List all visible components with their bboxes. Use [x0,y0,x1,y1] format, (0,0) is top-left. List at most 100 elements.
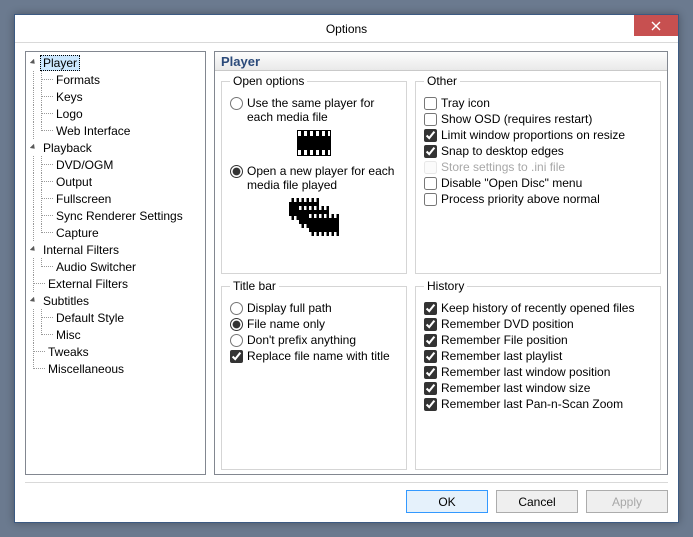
tree-item[interactable]: Internal Filters [26,241,205,258]
radio-same-player[interactable]: Use the same player for each media file [230,96,398,124]
close-icon [651,21,661,31]
checkbox-input[interactable] [424,193,437,206]
radio-row[interactable]: Display full path [230,301,398,315]
tree-item[interactable]: Tweaks [26,343,205,360]
close-button[interactable] [634,15,678,36]
checkbox-row[interactable]: Process priority above normal [424,192,652,206]
checkbox-row[interactable]: Disable "Open Disc" menu [424,176,652,190]
expand-icon[interactable] [28,57,40,69]
expand-icon[interactable] [28,295,40,307]
checkbox-input[interactable] [424,318,437,331]
radio-input[interactable] [230,97,243,110]
checkbox-row[interactable]: Remember last window size [424,381,652,395]
radio-label: File name only [247,317,325,331]
checkbox-row[interactable]: Remember last playlist [424,349,652,363]
ok-button[interactable]: OK [406,490,488,513]
radio-input[interactable] [230,334,243,347]
history-group: History Keep history of recently opened … [415,279,661,470]
tree-label: External Filters [45,277,131,291]
checkbox-input[interactable] [424,97,437,110]
single-player-icon [297,130,331,156]
radio-label[interactable]: Open a new player for each media file pl… [247,164,398,192]
checkbox-input[interactable] [424,398,437,411]
tree-item[interactable]: Subtitles [26,292,205,309]
category-tree[interactable]: Player FormatsKeysLogoWeb Interface Playba… [25,51,206,475]
checkbox-row[interactable]: Limit window proportions on resize [424,128,652,142]
tree-item[interactable]: Capture [26,224,205,241]
checkbox-row[interactable]: Remember DVD position [424,317,652,331]
checkbox-input[interactable] [424,334,437,347]
checkbox-label: Tray icon [441,96,490,110]
checkbox-row[interactable]: Replace file name with title [230,349,398,363]
tree-item[interactable]: Formats [26,71,205,88]
other-group: Other Tray icon Show OSD (requires restar… [415,74,661,274]
tree-label: Output [53,175,95,189]
tree-item[interactable]: Logo [26,105,205,122]
expand-icon[interactable] [28,142,40,154]
radio-input[interactable] [230,302,243,315]
checkbox-row[interactable]: Remember File position [424,333,652,347]
checkbox-label: Limit window proportions on resize [441,128,625,142]
tree-item[interactable]: Player [26,54,205,71]
radio-new-player[interactable]: Open a new player for each media file pl… [230,164,398,192]
checkbox-label: Store settings to .ini file [441,160,565,174]
checkbox-label: Remember last Pan-n-Scan Zoom [441,397,623,411]
checkbox-row[interactable]: Keep history of recently opened files [424,301,652,315]
tree-label: Sync Renderer Settings [53,209,186,223]
radio-label[interactable]: Use the same player for each media file [247,96,398,124]
tree-item[interactable]: External Filters [26,275,205,292]
tree-label: Playback [40,141,95,155]
options-dialog: Options Player FormatsKeysLogoWeb Interfa… [14,14,679,523]
expand-icon[interactable] [28,244,40,256]
tree-label: Audio Switcher [53,260,139,274]
checkbox-label: Snap to desktop edges [441,144,564,158]
titlebar: Options [15,15,678,43]
checkbox-input[interactable] [424,129,437,142]
group-legend: Other [424,74,460,88]
checkbox-input[interactable] [424,302,437,315]
radio-row[interactable]: File name only [230,317,398,331]
group-legend: History [424,279,467,293]
tree-label: Formats [53,73,103,87]
checkbox-label: Remember last playlist [441,349,562,363]
checkbox-label: Remember last window size [441,381,590,395]
tree-item[interactable]: Fullscreen [26,190,205,207]
checkbox-input[interactable] [424,350,437,363]
tree-item[interactable]: Playback [26,139,205,156]
checkbox-input[interactable] [424,382,437,395]
checkbox-row[interactable]: Snap to desktop edges [424,144,652,158]
checkbox-input[interactable] [424,366,437,379]
tree-item[interactable]: DVD/OGM [26,156,205,173]
radio-row[interactable]: Don't prefix anything [230,333,398,347]
checkbox-input[interactable] [424,177,437,190]
checkbox-row[interactable]: Tray icon [424,96,652,110]
checkbox-label: Disable "Open Disc" menu [441,176,582,190]
tree-label: Capture [53,226,102,240]
group-legend: Open options [230,74,307,88]
window-title: Options [326,22,367,36]
tree-item[interactable]: Audio Switcher [26,258,205,275]
titlebar-group: Title bar Display full pathFile name onl… [221,279,407,470]
checkbox-label: Replace file name with title [247,349,390,363]
radio-input[interactable] [230,165,243,178]
checkbox-input[interactable] [424,113,437,126]
multi-player-icon [289,198,339,238]
panel-title: Player [215,52,667,71]
tree-item[interactable]: Output [26,173,205,190]
checkbox-row[interactable]: Remember last Pan-n-Scan Zoom [424,397,652,411]
tree-item[interactable]: Default Style [26,309,205,326]
radio-input[interactable] [230,318,243,331]
apply-button[interactable]: Apply [586,490,668,513]
cancel-button[interactable]: Cancel [496,490,578,513]
tree-item[interactable]: Miscellaneous [26,360,205,377]
tree-item[interactable]: Sync Renderer Settings [26,207,205,224]
tree-item[interactable]: Misc [26,326,205,343]
tree-item[interactable]: Keys [26,88,205,105]
checkbox-row: Store settings to .ini file [424,160,652,174]
tree-item[interactable]: Web Interface [26,122,205,139]
checkbox-row[interactable]: Show OSD (requires restart) [424,112,652,126]
checkbox-row[interactable]: Remember last window position [424,365,652,379]
checkbox-input[interactable] [230,350,243,363]
tree-label: DVD/OGM [53,158,116,172]
checkbox-input[interactable] [424,145,437,158]
